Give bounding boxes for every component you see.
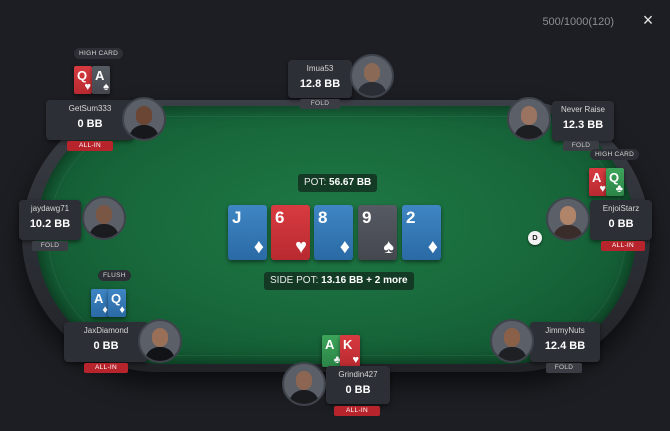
player-name: GetSum333: [68, 104, 112, 113]
club-icon: ♣: [615, 183, 623, 195]
spade-icon: ♠: [103, 81, 109, 93]
card-rank: 9: [362, 208, 372, 227]
hole-card-getsum-1: Q ♥: [74, 66, 92, 94]
card-rank: 6: [275, 208, 285, 227]
hole-card-jax-2: Q ♦: [108, 289, 126, 317]
avatar-enjoi[interactable]: [546, 197, 590, 241]
avatar-grindin[interactable]: [282, 362, 326, 406]
avatar-jimmy[interactable]: [490, 319, 534, 363]
player-stack: 12.8 BB: [299, 78, 341, 90]
player-plate-imua[interactable]: Imua53 12.8 BB: [288, 60, 352, 98]
status-badge-getsum: ALL-IN: [67, 141, 113, 151]
player-name: Never Raise: [560, 105, 605, 114]
status-badge-imua: FOLD: [300, 99, 340, 109]
card-rank: J: [232, 208, 242, 227]
hole-card-enjoi-2: Q ♣: [606, 168, 624, 196]
spade-icon: ♠: [383, 236, 394, 258]
player-stack: 0 BB: [93, 340, 119, 352]
status-badge-jaydawg: FOLD: [32, 241, 68, 251]
player-name: JaxDiamond: [83, 326, 129, 335]
hand-label-enjoi: HIGH CARD: [590, 149, 640, 160]
player-name: Grindin427: [338, 370, 378, 379]
card-rank: 2: [406, 208, 416, 227]
status-badge-grindin: ALL-IN: [334, 406, 380, 416]
player-stack: 0 BB: [77, 118, 103, 130]
hole-card-grindin-2: K ♥: [340, 335, 360, 367]
player-stack: 0 BB: [345, 384, 371, 396]
side-pot-value: 13.16 BB + 2 more: [321, 275, 408, 286]
hand-label-jax: FLUSH: [98, 270, 131, 281]
status-badge-jimmy: FOLD: [546, 363, 582, 373]
card-rank: A: [325, 337, 335, 352]
pot-value: 56.67 BB: [329, 177, 372, 188]
hole-card-enjoi-1: A ♥: [589, 168, 607, 196]
player-name: jaydawg71: [30, 204, 70, 213]
diamond-icon: ♦: [339, 236, 350, 258]
player-name: EnjoiStarz: [602, 204, 640, 213]
player-plate-enjoi[interactable]: EnjoiStarz 0 BB: [590, 200, 652, 240]
player-plate-getsum[interactable]: GetSum333 0 BB: [46, 100, 134, 140]
diamond-icon: ♦: [427, 236, 438, 258]
player-plate-grindin[interactable]: Grindin427 0 BB: [326, 366, 390, 404]
heart-icon: ♥: [84, 81, 91, 93]
dealer-button: D: [528, 231, 542, 245]
hole-card-jax-1: A ♦: [91, 289, 109, 317]
diamond-icon: ♦: [119, 304, 125, 316]
avatar-getsum[interactable]: [122, 97, 166, 141]
player-plate-jax[interactable]: JaxDiamond 0 BB: [64, 322, 148, 362]
player-plate-never[interactable]: Never Raise 12.3 BB: [552, 101, 614, 141]
stakes-label: 500/1000(120): [542, 16, 614, 28]
avatar-imua[interactable]: [350, 54, 394, 98]
heart-icon: ♥: [295, 236, 307, 258]
avatar-jaydawg[interactable]: [82, 196, 126, 240]
avatar-jax[interactable]: [138, 319, 182, 363]
board-card-1: J ♦: [228, 205, 267, 260]
avatar-never[interactable]: [507, 97, 551, 141]
player-stack: 12.4 BB: [544, 340, 586, 352]
side-pot-label: SIDE POT:: [270, 275, 319, 286]
player-name: Imua53: [306, 64, 334, 73]
board-card-4: 9 ♠: [358, 205, 397, 260]
player-stack: 10.2 BB: [29, 218, 71, 230]
player-plate-jimmy[interactable]: JimmyNuts 12.4 BB: [530, 322, 600, 362]
card-rank: K: [343, 337, 353, 352]
hole-card-getsum-2: A ♠: [92, 66, 110, 94]
hole-card-grindin-1: A ♣: [322, 335, 342, 367]
side-pot-display: SIDE POT: 13.16 BB + 2 more: [264, 272, 414, 290]
pot-display: POT: 56.67 BB: [298, 174, 378, 192]
player-stack: 0 BB: [608, 218, 634, 230]
close-icon[interactable]: ×: [640, 11, 656, 29]
pot-label: POT:: [304, 177, 327, 188]
board-card-5: 2 ♦: [402, 205, 441, 260]
card-rank: 8: [318, 208, 328, 227]
board-card-3: 8 ♦: [314, 205, 353, 260]
diamond-icon: ♦: [253, 236, 264, 258]
player-name: JimmyNuts: [545, 326, 585, 335]
hand-label-getsum: HIGH CARD: [74, 48, 124, 59]
board-card-2: 6 ♥: [271, 205, 310, 260]
status-badge-enjoi: ALL-IN: [601, 241, 645, 251]
heart-icon: ♥: [352, 354, 359, 366]
status-badge-jax: ALL-IN: [84, 363, 128, 373]
player-plate-jaydawg[interactable]: jaydawg71 10.2 BB: [19, 200, 81, 240]
player-stack: 12.3 BB: [562, 119, 604, 131]
